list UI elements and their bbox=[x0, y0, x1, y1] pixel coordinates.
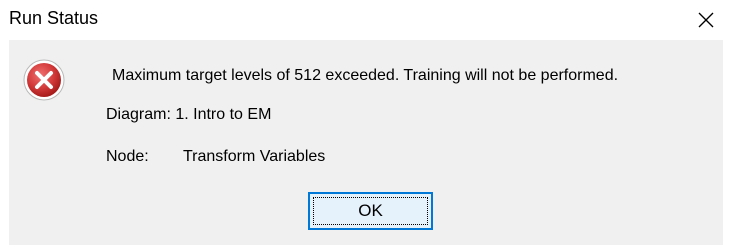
ok-button-label: OK bbox=[358, 201, 383, 220]
ok-button[interactable]: OK bbox=[308, 192, 433, 230]
close-button[interactable] bbox=[683, 0, 729, 40]
diagram-info: Diagram: 1. Intro to EM bbox=[106, 106, 272, 123]
close-icon bbox=[698, 12, 714, 28]
title-bar[interactable]: Run Status bbox=[0, 0, 729, 40]
window-title: Run Status bbox=[9, 8, 99, 28]
node-label: Node: bbox=[106, 148, 149, 165]
dialog-content: Maximum target levels of 512 exceeded. T… bbox=[9, 40, 723, 245]
run-status-dialog: Run Status Maximum target levels of 512 … bbox=[0, 0, 729, 250]
error-icon bbox=[23, 59, 65, 101]
error-message: Maximum target levels of 512 exceeded. T… bbox=[112, 67, 619, 84]
node-value: Transform Variables bbox=[183, 148, 326, 165]
